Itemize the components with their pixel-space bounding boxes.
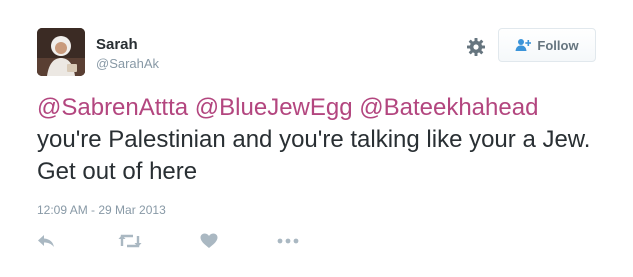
tweet-body: you're Palestinian and you're talking li… <box>37 126 591 185</box>
tweet-timestamp[interactable]: 12:09 AM - 29 Mar 2013 <box>37 203 166 217</box>
mention-link[interactable]: @BlueJewEgg <box>195 94 353 121</box>
avatar[interactable] <box>37 28 85 76</box>
mention-link[interactable]: @SabrenAttta <box>37 94 188 121</box>
user-name[interactable]: Sarah <box>96 36 138 53</box>
more-icon[interactable] <box>277 232 299 250</box>
follow-button-label: Follow <box>537 37 579 53</box>
reply-icon[interactable] <box>36 232 58 250</box>
add-user-icon <box>515 38 532 52</box>
gear-icon[interactable] <box>465 36 487 58</box>
retweet-icon[interactable] <box>118 232 142 250</box>
tweet-card: Sarah @SarahAk Follow @SabrenAttta @Blue… <box>0 0 633 277</box>
follow-button[interactable]: Follow <box>498 28 596 62</box>
mention-link[interactable]: @Bateekhahead <box>359 94 538 121</box>
heart-icon[interactable] <box>198 232 220 250</box>
tweet-text: @SabrenAttta @BlueJewEgg @Bateekhahead y… <box>37 92 607 188</box>
user-handle[interactable]: @SarahAk <box>96 56 159 71</box>
